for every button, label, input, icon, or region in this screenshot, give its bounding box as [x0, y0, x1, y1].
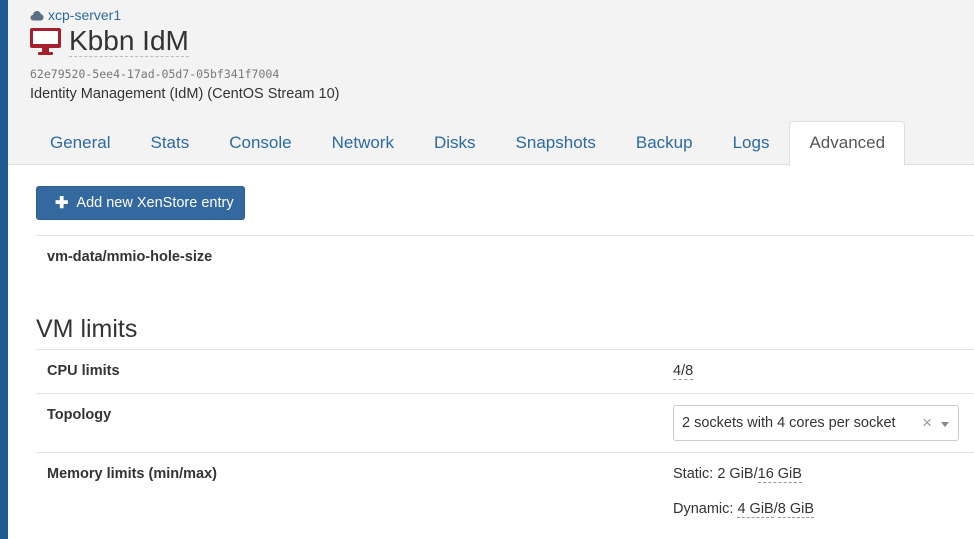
tab-general[interactable]: General: [30, 121, 130, 164]
memory-dynamic-label: Dynamic:: [673, 501, 738, 517]
add-xenstore-entry-label: Add new XenStore entry: [76, 195, 234, 211]
cpu-limits-label: CPU limits: [47, 363, 120, 379]
tab-snapshots[interactable]: Snapshots: [496, 121, 616, 164]
memory-dynamic-min[interactable]: 4 GiB: [737, 501, 774, 518]
vm-header: xcp-server1 Kbbn IdM 62e79520-5ee4-17ad-…: [8, 0, 974, 166]
vm-uuid: 62e79520-5ee4-17ad-05d7-05bf341f7004: [30, 67, 280, 81]
vm-title[interactable]: Kbbn IdM: [69, 26, 189, 57]
vm-description[interactable]: Identity Management (IdM) (CentOS Stream…: [30, 86, 339, 102]
memory-limits-label: Memory limits (min/max): [47, 466, 218, 482]
divider: [36, 235, 974, 236]
tab-disks[interactable]: Disks: [414, 121, 496, 164]
tab-logs[interactable]: Logs: [713, 121, 790, 164]
memory-dynamic-row: Dynamic: 4 GiB/8 GiB: [673, 501, 815, 518]
tab-stats[interactable]: Stats: [130, 121, 209, 164]
vm-title-row: Kbbn IdM: [30, 26, 189, 57]
tab-network[interactable]: Network: [312, 121, 414, 164]
left-sidebar-edge: [0, 0, 8, 539]
topology-selected-value: 2 sockets with 4 cores per socket: [682, 415, 896, 431]
cpu-limits-value[interactable]: 4/8: [673, 363, 694, 380]
tab-console[interactable]: Console: [209, 121, 311, 164]
memory-dynamic-max[interactable]: 8 GiB: [777, 501, 815, 518]
memory-static-label: Static:: [673, 466, 718, 482]
topology-select[interactable]: 2 sockets with 4 cores per socket ×: [673, 405, 959, 441]
cloud-icon: [30, 10, 44, 20]
tab-advanced[interactable]: Advanced: [789, 121, 906, 166]
clear-selection-icon[interactable]: ×: [922, 413, 932, 433]
add-xenstore-entry-button[interactable]: ✚ Add new XenStore entry: [36, 186, 245, 220]
divider: [36, 452, 974, 453]
chevron-down-icon[interactable]: [941, 422, 949, 427]
memory-static-min[interactable]: 2 GiB: [717, 466, 753, 482]
tab-backup[interactable]: Backup: [616, 121, 713, 164]
divider: [36, 393, 974, 394]
monitor-icon: [30, 28, 61, 55]
xenstore-entry-key: vm-data/mmio-hole-size: [47, 249, 213, 265]
cpu-limits-editable[interactable]: 4/8: [673, 363, 694, 380]
memory-static-max[interactable]: 16 GiB: [757, 466, 802, 483]
host-link[interactable]: xcp-server1: [30, 7, 121, 23]
tab-bar: General Stats Console Network Disks Snap…: [30, 121, 906, 166]
plus-icon: ✚: [55, 195, 69, 212]
section-title-vm-limits: VM limits: [36, 315, 138, 343]
topology-label: Topology: [47, 407, 112, 423]
host-name[interactable]: xcp-server1: [48, 7, 121, 23]
divider: [36, 349, 974, 350]
memory-static-row: Static: 2 GiB/16 GiB: [673, 466, 802, 483]
